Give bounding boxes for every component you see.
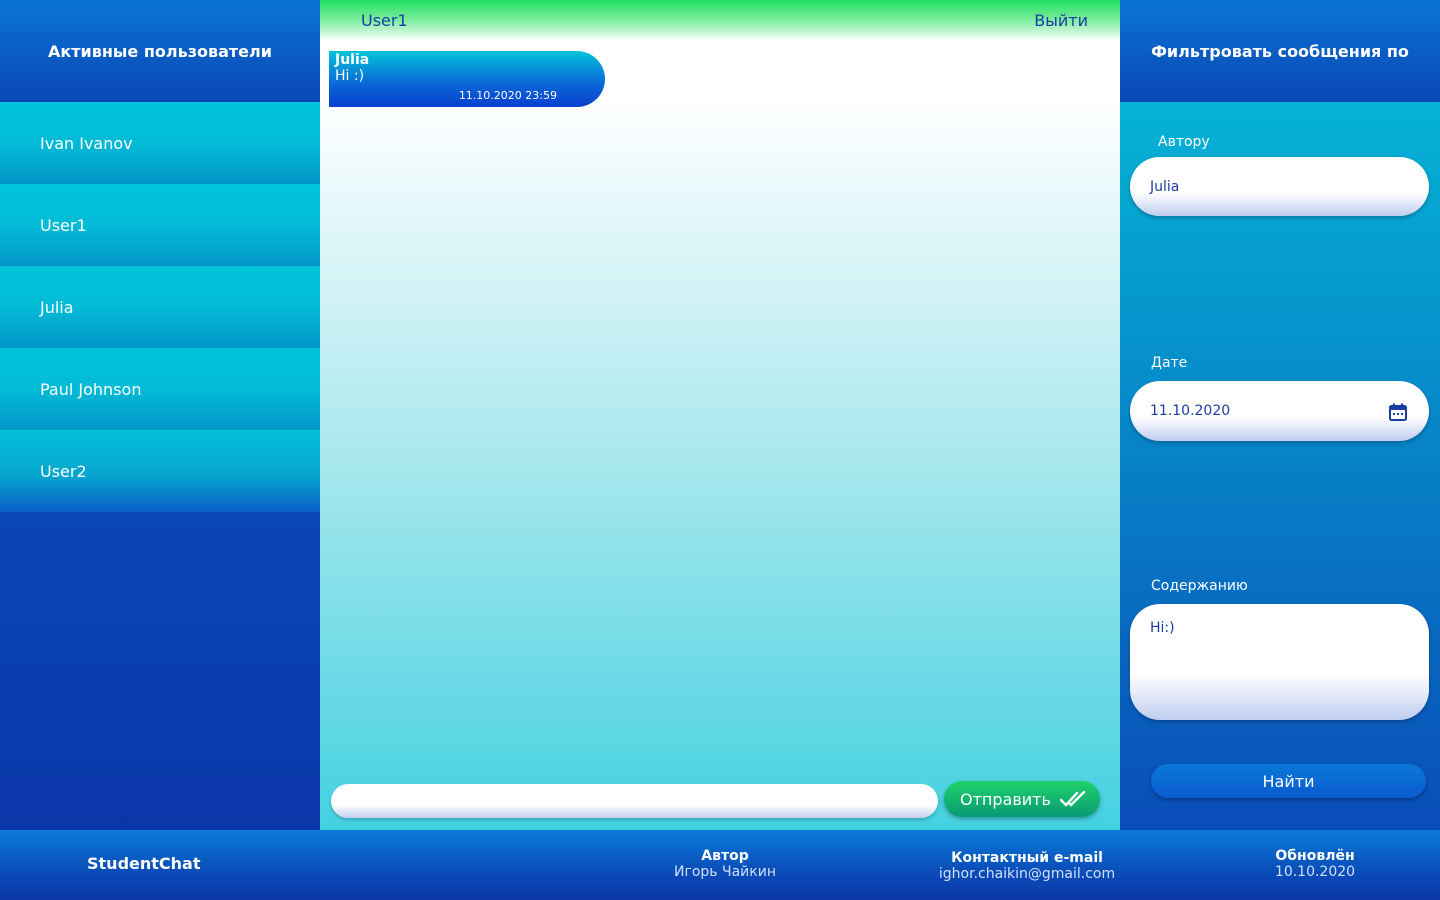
message-author: Julia	[335, 52, 370, 68]
find-button[interactable]: Найти	[1151, 764, 1426, 798]
message-bubble[interactable]: Julia Hi :) 11.10.2020 23:59	[329, 51, 605, 107]
filter-panel: Фильтровать сообщения по Автору Julia Да…	[1120, 0, 1440, 830]
footer-author: Автор Игорь Чайкин	[673, 848, 777, 880]
author-filter-label: Автору	[1158, 134, 1210, 150]
user-item-paul-johnson[interactable]: Paul Johnson	[0, 348, 320, 430]
user-item-user1[interactable]: User1	[0, 184, 320, 266]
content-filter-label: Содержанию	[1151, 578, 1248, 594]
send-button[interactable]: Отправить	[944, 781, 1100, 817]
message-timestamp: 11.10.2020 23:59	[458, 89, 557, 102]
footer-email-title: Контактный e-mail	[951, 850, 1103, 866]
footer-author-name: Игорь Чайкин	[674, 864, 776, 880]
footer-updated-date: 10.10.2020	[1274, 864, 1356, 880]
message-text: Hi :)	[335, 68, 365, 84]
message-input[interactable]	[331, 784, 938, 818]
date-filter-label: Дате	[1151, 355, 1188, 371]
chat-topbar: User1 Выйти	[320, 0, 1120, 41]
filter-title: Фильтровать сообщения по	[1120, 0, 1440, 102]
logout-link[interactable]: Выйти	[1034, 11, 1088, 30]
user-item-user2[interactable]: User2	[0, 430, 320, 512]
calendar-icon[interactable]	[1389, 403, 1407, 421]
content-filter-value: Hi:)	[1150, 620, 1175, 636]
user-item-ivan-ivanov[interactable]: Ivan Ivanov	[0, 102, 320, 184]
date-filter-value: 11.10.2020	[1150, 403, 1231, 419]
footer-updated-title: Обновлён	[1275, 848, 1355, 864]
active-users-title: Активные пользователи	[0, 0, 320, 102]
footer-contact: Контактный e-mail ighor.chaikin@gmail.co…	[936, 850, 1118, 882]
footer-email[interactable]: ighor.chaikin@gmail.com	[936, 866, 1118, 882]
author-filter-value: Julia	[1150, 178, 1180, 195]
footer-brand: StudentChat	[87, 854, 201, 873]
author-filter-field[interactable]: Julia	[1130, 157, 1429, 216]
user-item-julia[interactable]: Julia	[0, 266, 320, 348]
current-username: User1	[361, 11, 408, 30]
date-filter-field[interactable]: 11.10.2020	[1130, 381, 1429, 441]
content-filter-field[interactable]: Hi:)	[1130, 604, 1429, 720]
send-button-label: Отправить	[960, 789, 1051, 809]
active-users-sidebar: Активные пользователи Ivan Ivanov User1 …	[0, 0, 320, 830]
chat-area: User1 Выйти Julia Hi :) 11.10.2020 23:59…	[320, 0, 1120, 830]
double-check-icon	[1060, 790, 1086, 807]
footer: StudentChat Автор Игорь Чайкин Контактны…	[0, 830, 1440, 900]
footer-author-title: Автор	[701, 848, 749, 864]
footer-updated: Обновлён 10.10.2020	[1270, 848, 1360, 880]
